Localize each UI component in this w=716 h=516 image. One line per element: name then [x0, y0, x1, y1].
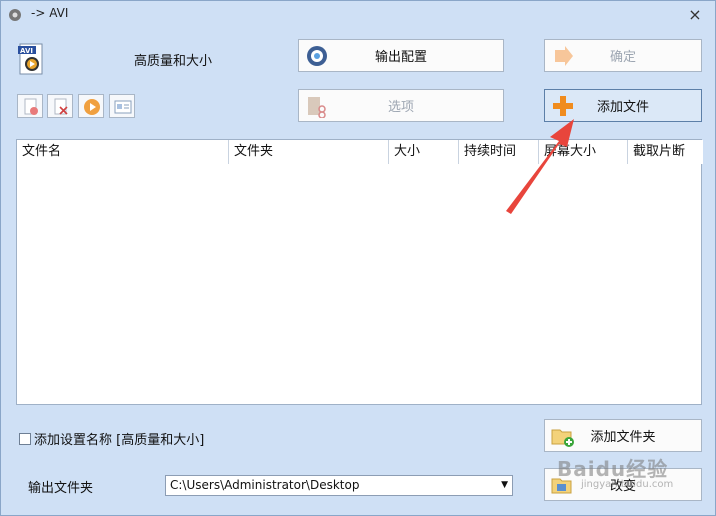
remove-icon	[24, 98, 38, 115]
app-icon	[9, 9, 21, 21]
output-folder-label: 输出文件夹	[28, 481, 94, 496]
confirm-button[interactable]: 确定	[544, 39, 702, 72]
info-button[interactable]	[109, 94, 135, 118]
add-folder-button[interactable]: 添加文件夹	[544, 419, 702, 452]
column-header-clip[interactable]: 截取片断	[628, 140, 703, 164]
window-title: -> AVI	[31, 6, 69, 20]
column-header-duration[interactable]: 持续时间	[459, 140, 539, 164]
add-preset-name-label: 添加设置名称 [高质量和大小]	[34, 433, 205, 448]
output-config-button[interactable]: 输出配置	[298, 39, 504, 72]
options-button[interactable]: 选项	[298, 89, 504, 122]
info-icon	[114, 100, 132, 114]
column-header-screen-size[interactable]: 屏幕大小	[539, 140, 628, 164]
add-file-button[interactable]: 添加文件	[544, 89, 702, 122]
svg-text:AVI: AVI	[20, 47, 33, 55]
add-preset-name-checkbox[interactable]	[19, 432, 31, 445]
watermark-text: Baidu经验	[557, 457, 669, 481]
chevron-down-icon: ▼	[501, 480, 508, 490]
play-button[interactable]	[78, 94, 104, 118]
clear-button[interactable]	[47, 94, 73, 118]
gear-icon	[307, 45, 327, 66]
film-scissors-icon	[308, 96, 326, 118]
plus-icon	[553, 95, 573, 116]
main-window: -> AVI × AVI 高质量和大小 输出配置 确定 选项 添加文件 文件名 …	[0, 0, 716, 516]
preset-label: 高质量和大小	[134, 54, 213, 69]
remove-button[interactable]	[17, 94, 43, 118]
list-header: 文件名 文件夹 大小 持续时间 屏幕大小 截取片断	[17, 140, 703, 164]
close-button[interactable]: ×	[683, 4, 707, 26]
play-icon	[84, 99, 100, 115]
output-folder-value: C:\Users\Administrator\Desktop	[170, 478, 360, 492]
avi-file-icon: AVI	[18, 43, 43, 75]
file-list[interactable]: 文件名 文件夹 大小 持续时间 屏幕大小 截取片断	[16, 139, 703, 405]
column-header-size[interactable]: 大小	[389, 140, 459, 164]
output-folder-select[interactable]: C:\Users\Administrator\Desktop ▼	[165, 475, 513, 496]
add-preset-name-row[interactable]: 添加设置名称 [高质量和大小]	[19, 429, 204, 448]
watermark-subtext: jingyan.baidu.com	[581, 479, 674, 490]
column-header-filename[interactable]: 文件名	[17, 140, 229, 164]
arrow-right-icon	[555, 45, 573, 66]
title-bar: -> AVI ×	[1, 1, 715, 29]
folder-add-icon	[551, 429, 574, 447]
column-header-folder[interactable]: 文件夹	[229, 140, 389, 164]
clear-icon	[54, 98, 68, 115]
